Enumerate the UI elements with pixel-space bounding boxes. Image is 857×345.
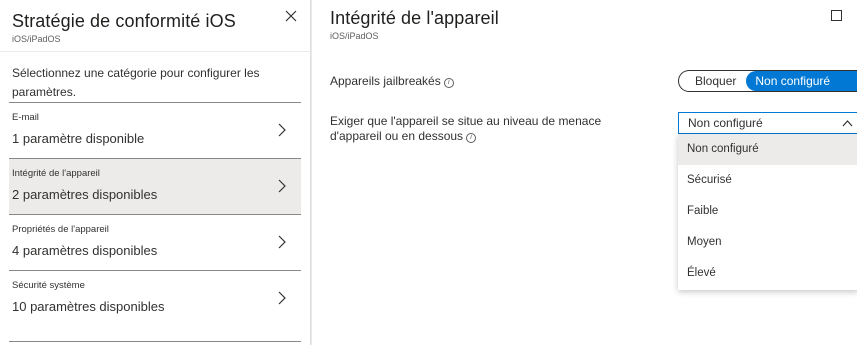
chevron-right-icon (278, 123, 286, 137)
blade-title: Stratégie de conformité iOS (12, 11, 236, 31)
category-name: E-mail (12, 112, 39, 123)
dropdown-option[interactable]: Élevé (678, 258, 857, 289)
list-divider (9, 341, 301, 342)
category-count: 4 paramètres disponibles (12, 243, 158, 258)
dropdown-option[interactable]: Non configuré (678, 134, 857, 165)
threat-level-label-line2: d'appareil ou en dessous (330, 129, 464, 143)
jailbreak-label: Appareils jailbreakés (330, 74, 441, 88)
category-count: 10 paramètres disponibles (12, 299, 165, 314)
chevron-up-icon (842, 120, 853, 127)
toggle-option-not-configured[interactable]: Non configuré (746, 71, 857, 91)
threat-level-dropdown: Non configuré Sécurisé Faible Moyen Élev… (678, 134, 857, 290)
dropdown-option[interactable]: Moyen (678, 227, 857, 258)
category-email[interactable]: E-mail 1 paramètre disponible (9, 102, 301, 158)
blade-subtitle: iOS/iPadOS (330, 31, 379, 41)
toggle-option-block[interactable]: Bloquer (679, 71, 746, 91)
blade-header: Intégrité de l'appareil iOS/iPadOS (312, 0, 857, 52)
maximize-icon[interactable] (831, 10, 842, 21)
compliance-policy-blade: Stratégie de conformité iOS iOS/iPadOS S… (0, 0, 311, 345)
threat-level-setting-label: Exiger que l'appareil se situe au niveau… (330, 114, 601, 144)
category-instructions: Sélectionnez une catégorie pour configur… (12, 66, 260, 99)
info-icon[interactable]: i (466, 133, 477, 143)
category-device-health[interactable]: Intégrité de l'appareil 2 paramètres dis… (9, 158, 301, 214)
chevron-right-icon (278, 179, 286, 193)
jailbreak-toggle[interactable]: Bloquer Non configuré (678, 70, 857, 92)
category-count: 1 paramètre disponible (12, 131, 145, 146)
blade-header: Stratégie de conformité iOS iOS/iPadOS (0, 0, 310, 52)
close-icon[interactable] (282, 7, 300, 25)
threat-level-label-line1: Exiger que l'appareil se situe au niveau… (330, 114, 602, 128)
category-name: Intégrité de l'appareil (12, 168, 100, 179)
category-device-properties[interactable]: Propriétés de l'appareil 4 paramètres di… (9, 214, 301, 270)
category-system-security[interactable]: Sécurité système 10 paramètres disponibl… (9, 270, 301, 326)
blade-subtitle: iOS/iPadOS (12, 34, 61, 44)
chevron-right-icon (278, 235, 286, 249)
device-health-blade: Intégrité de l'appareil iOS/iPadOS Appar… (312, 0, 857, 345)
blade-title: Intégrité de l'appareil (330, 8, 499, 28)
dropdown-option[interactable]: Sécurisé (678, 165, 857, 196)
info-icon[interactable]: i (443, 78, 454, 88)
threat-level-select[interactable]: Non configuré (678, 112, 857, 134)
chevron-right-icon (278, 291, 286, 305)
category-name: Sécurité système (12, 280, 85, 291)
jailbreak-setting-label: Appareils jailbreakés i (330, 74, 454, 89)
category-count: 2 paramètres disponibles (12, 187, 158, 202)
dropdown-option[interactable]: Faible (678, 196, 857, 227)
category-name: Propriétés de l'appareil (12, 224, 109, 235)
threat-level-value: Non configuré (688, 116, 763, 130)
